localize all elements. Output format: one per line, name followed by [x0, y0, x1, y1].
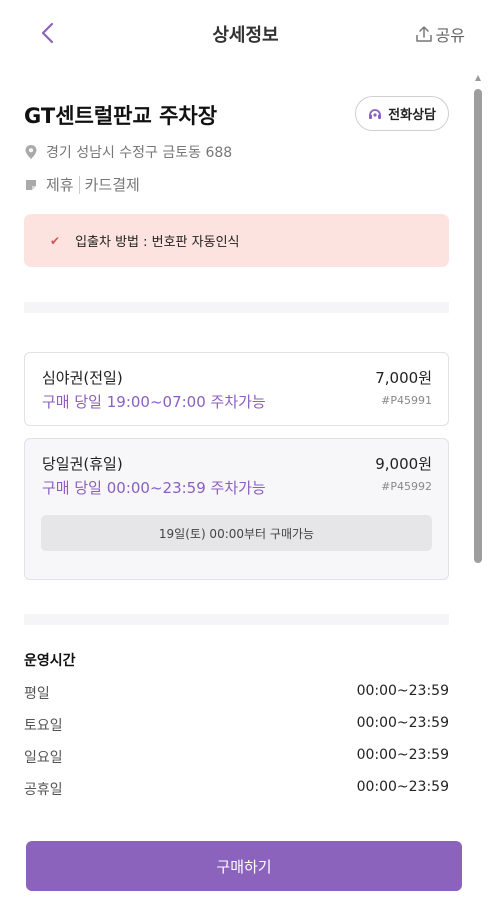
scrollbar[interactable]: [474, 75, 482, 800]
location-pin-icon: [25, 145, 37, 159]
share-button[interactable]: 공유: [415, 22, 465, 46]
address-line: 경기 성남시 수정구 금토동 688: [24, 142, 232, 162]
call-consult-label: 전화상담: [388, 108, 436, 123]
check-icon: ✔: [50, 233, 61, 248]
hours-time: 00:00~23:59: [356, 715, 449, 731]
call-consult-button[interactable]: 전화상담: [355, 96, 449, 131]
notice-text: 입출차 방법 : 번호판 자동인식: [75, 235, 240, 250]
footer-bar: 구매하기: [0, 802, 491, 903]
tag-card-payment: 카드결제: [84, 176, 140, 194]
scroll-up-arrow-icon[interactable]: [475, 75, 481, 81]
ticket-name: 당일권(휴일): [42, 455, 123, 473]
address-text: 경기 성남시 수정구 금토동 688: [46, 145, 233, 161]
ticket-price: 9,000원: [375, 455, 432, 473]
hours-row: 일요일 00:00~23:59: [24, 747, 449, 767]
ticket-time: 구매 당일 00:00~23:59 주차가능: [42, 479, 266, 497]
hours-row: 평일 00:00~23:59: [24, 683, 449, 703]
section-divider: [24, 614, 449, 625]
entry-method-notice: ✔ 입출차 방법 : 번호판 자동인식: [24, 214, 449, 267]
detail-content: GT센트럴판교 주차장 전화상담 경기 성남시 수정구 금토동 688 제휴 카…: [0, 66, 491, 802]
hours-time: 00:00~23:59: [356, 683, 449, 699]
tag-icon: [26, 179, 36, 190]
hours-day: 평일: [24, 686, 50, 702]
ticket-card[interactable]: 당일권(휴일) 9,000원 구매 당일 00:00~23:59 주차가능 #P…: [24, 438, 449, 580]
hours-row: 공휴일 00:00~23:59: [24, 779, 449, 799]
parking-lot-name: GT센트럴판교 주차장: [24, 104, 218, 128]
tag-divider: [78, 175, 80, 194]
header-bar: 상세정보 공유: [0, 0, 491, 66]
headset-icon: [369, 108, 382, 119]
ticket-time: 구매 당일 19:00~07:00 주차가능: [42, 393, 266, 411]
buy-button[interactable]: 구매하기: [26, 841, 462, 891]
hours-day: 일요일: [24, 750, 63, 766]
share-label: 공유: [435, 26, 465, 45]
hours-day: 공휴일: [24, 782, 63, 798]
operating-hours-title: 운영시간: [24, 653, 76, 669]
hours-time: 00:00~23:59: [356, 747, 449, 763]
ticket-price: 7,000원: [375, 369, 432, 387]
hours-row: 토요일 00:00~23:59: [24, 715, 449, 735]
section-divider: [24, 302, 449, 313]
hours-time: 00:00~23:59: [356, 779, 449, 795]
hours-day: 토요일: [24, 718, 63, 734]
ticket-code: #P45992: [381, 480, 432, 493]
scrollbar-thumb[interactable]: [474, 89, 482, 563]
ticket-code: #P45991: [381, 394, 432, 407]
share-upload-icon: [415, 26, 432, 42]
ticket-name: 심야권(전일): [42, 369, 123, 387]
ticket-card[interactable]: 심야권(전일) 7,000원 구매 당일 19:00~07:00 주차가능 #P…: [24, 352, 449, 426]
ticket-availability-notice: 19일(토) 00:00부터 구매가능: [41, 515, 432, 551]
tag-partner: 제휴: [46, 176, 74, 194]
feature-tags: 제휴 카드결제: [24, 174, 140, 195]
